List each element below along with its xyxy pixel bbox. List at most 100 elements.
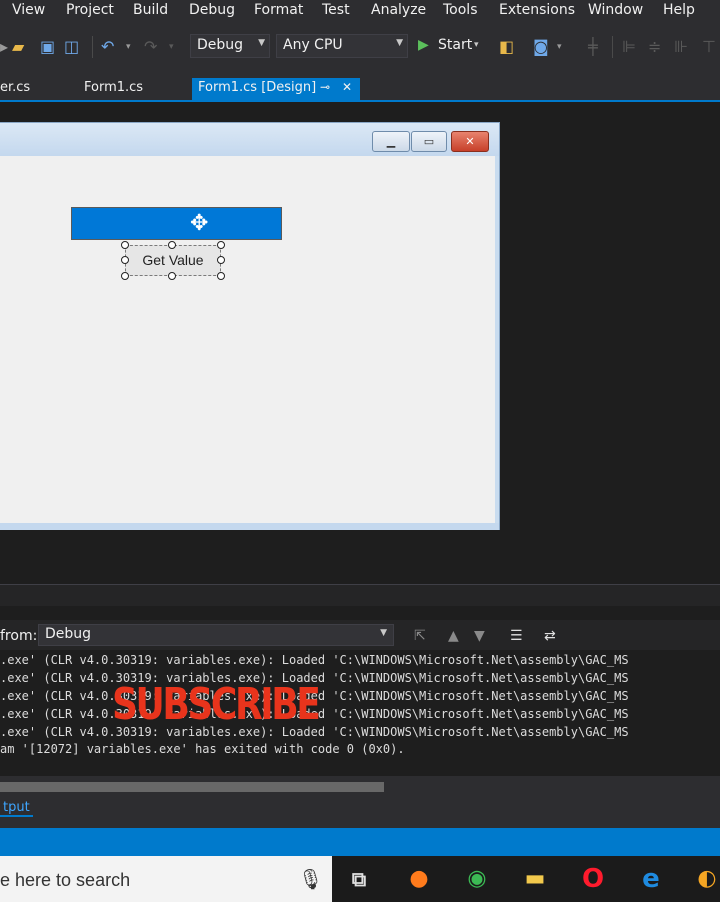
start-label: Start	[438, 37, 473, 53]
find-message-icon[interactable]: ⇱	[414, 628, 426, 644]
minimize-icon: ▁	[386, 135, 396, 148]
menu-tools[interactable]: Tools	[443, 2, 478, 18]
menu-help[interactable]: Help	[663, 2, 695, 18]
undo-icon[interactable]: ↶	[101, 37, 114, 57]
menu-debug[interactable]: Debug	[189, 2, 235, 18]
standard-toolbar: ▸ ▰ ▣ ◫ ↶ ▾ ↷ ▾ Debug ▼ Any CPU ▼ ▶ Star…	[0, 24, 720, 70]
status-bar	[0, 828, 720, 856]
solution-platform-select[interactable]: Any CPU ▼	[276, 34, 408, 58]
close-icon: ✕	[465, 135, 475, 148]
live-visual-tree-icon[interactable]: ◙	[533, 37, 549, 57]
subscribe-overlay: SUBSCRIBE	[112, 679, 321, 730]
chevron-down-icon: ▼	[396, 38, 403, 48]
form1-window[interactable]: ▁ ▭ ✕ ✥ Get Value	[0, 122, 500, 530]
resize-handle[interactable]	[168, 241, 176, 249]
tab-form1-design[interactable]: Form1.cs [Design] ⊸ ✕	[192, 78, 360, 100]
output-source-select[interactable]: Debug ▼	[38, 624, 394, 646]
save-all-icon[interactable]: ◫	[64, 37, 79, 57]
align-tops-icon[interactable]: ⊤	[702, 37, 716, 57]
panel-splitter[interactable]	[0, 584, 720, 606]
edge-icon[interactable]: e	[636, 864, 666, 894]
toolbar-overflow-icon[interactable]: ▾	[557, 37, 562, 57]
menu-analyze[interactable]: Analyze	[371, 2, 426, 18]
align-grid-icon[interactable]: ╪	[588, 37, 598, 57]
close-icon[interactable]: ✕	[342, 80, 352, 94]
undo-dropdown-icon[interactable]: ▾	[126, 37, 131, 57]
resize-handle[interactable]	[121, 272, 129, 280]
windows-taskbar: e here to search 🎙 ⧉ ● ◉ ▬ O e ◐	[0, 856, 720, 902]
tool-window-tab-bar: tput	[0, 798, 720, 828]
tab-output[interactable]: tput	[0, 800, 33, 817]
form-title-bar[interactable]: ▁ ▭ ✕	[0, 123, 499, 156]
menu-test[interactable]: Test	[322, 2, 350, 18]
file-explorer-icon[interactable]: ▬	[520, 864, 550, 894]
chevron-down-icon: ▼	[380, 628, 387, 638]
output-line: am '[12072] variables.exe' has exited wi…	[0, 742, 405, 756]
save-icon[interactable]: ▣	[40, 37, 55, 57]
previous-message-icon[interactable]: ▲	[448, 628, 459, 644]
form-designer-surface[interactable]: ▁ ▭ ✕ ✥ Get Value	[0, 102, 720, 584]
output-line: .exe' (CLR v4.0.30319: variables.exe): L…	[0, 653, 629, 667]
clear-all-icon[interactable]: ☰	[510, 628, 523, 644]
menu-build[interactable]: Build	[133, 2, 168, 18]
output-toolbar: from: Debug ▼ ⇱ ▲ ▼ ☰ ⇄	[0, 620, 720, 650]
tab-designer-cs[interactable]: er.cs	[0, 80, 30, 100]
taskbar-search-box[interactable]: e here to search 🎙	[0, 856, 332, 902]
redo-icon[interactable]: ↷	[144, 37, 157, 57]
form-border	[0, 523, 499, 530]
solution-configuration-value: Debug	[197, 37, 244, 53]
next-message-icon[interactable]: ▼	[474, 628, 485, 644]
solution-platform-value: Any CPU	[283, 37, 343, 53]
move-icon[interactable]: ✥	[190, 211, 208, 237]
tab-form1-design-label: Form1.cs [Design]	[198, 80, 317, 95]
pin-icon[interactable]: ⊸	[320, 80, 330, 94]
redo-dropdown-icon[interactable]: ▾	[169, 37, 174, 57]
firefox-icon[interactable]: ●	[404, 864, 434, 894]
microphone-icon[interactable]: 🎙	[298, 867, 323, 891]
word-wrap-icon[interactable]: ⇄	[544, 628, 556, 644]
menu-extensions[interactable]: Extensions	[499, 2, 575, 18]
align-rights-icon[interactable]: ⊪	[674, 37, 688, 57]
resize-handle[interactable]	[217, 241, 225, 249]
close-button[interactable]: ✕	[451, 131, 489, 152]
menu-format[interactable]: Format	[254, 2, 303, 18]
search-placeholder: e here to search	[0, 870, 131, 890]
toolbar-separator	[612, 36, 613, 58]
chevron-down-icon: ▾	[474, 40, 479, 50]
toolbar-separator	[92, 36, 93, 58]
resize-handle[interactable]	[217, 256, 225, 264]
maximize-icon: ▭	[423, 135, 435, 148]
opera-icon[interactable]: O	[578, 864, 608, 894]
play-icon: ▶	[418, 37, 429, 53]
task-view-icon[interactable]: ⧉	[344, 864, 374, 894]
chrome-icon[interactable]: ◉	[462, 864, 492, 894]
resize-handle[interactable]	[217, 272, 225, 280]
document-tab-strip: er.cs Form1.cs Form1.cs [Design] ⊸ ✕	[0, 70, 720, 102]
app-icon[interactable]: ◐	[692, 864, 720, 894]
align-centers-icon[interactable]: ≑	[648, 37, 661, 57]
browser-link-icon[interactable]: ◧	[499, 37, 514, 57]
horizontal-scrollbar[interactable]	[0, 776, 720, 798]
maximize-button[interactable]: ▭	[411, 131, 447, 152]
resize-handle[interactable]	[168, 272, 176, 280]
value-textbox[interactable]: ✥	[71, 207, 282, 240]
menu-view[interactable]: View	[12, 2, 45, 18]
resize-handle[interactable]	[121, 256, 129, 264]
resize-handle[interactable]	[121, 241, 129, 249]
output-source-value: Debug	[45, 626, 92, 642]
start-button[interactable]: ▶ Start ▾	[416, 36, 486, 58]
minimize-button[interactable]: ▁	[372, 131, 410, 152]
align-lefts-icon[interactable]: ⊫	[622, 37, 636, 57]
tab-form1-cs[interactable]: Form1.cs	[84, 80, 143, 100]
menu-project[interactable]: Project	[66, 2, 114, 18]
scrollbar-thumb[interactable]	[0, 782, 384, 792]
output-source-label: from:	[0, 628, 38, 644]
solution-configuration-select[interactable]: Debug ▼	[190, 34, 270, 58]
chevron-down-icon: ▼	[258, 38, 265, 48]
menu-window[interactable]: Window	[588, 2, 643, 18]
output-text-area[interactable]: .exe' (CLR v4.0.30319: variables.exe): L…	[0, 650, 720, 776]
form-client-area[interactable]: ✥ Get Value	[0, 156, 495, 523]
dropdown-arrow-icon[interactable]: ▸	[0, 37, 8, 57]
open-folder-icon[interactable]: ▰	[12, 37, 24, 57]
menu-bar: View Project Build Debug Format Test Ana…	[0, 0, 720, 24]
